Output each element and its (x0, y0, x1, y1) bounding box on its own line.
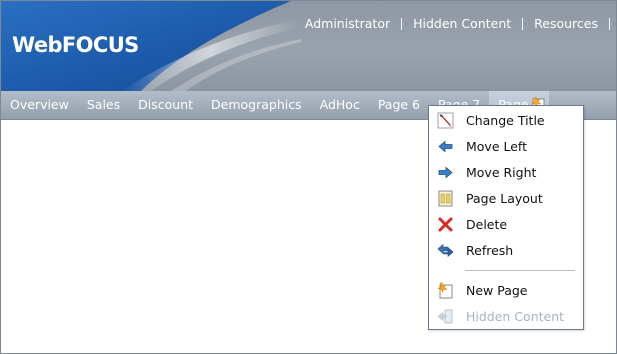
menu-item-label: Change Title (466, 113, 545, 128)
menu-item-page-layout[interactable]: Page Layout (429, 186, 583, 210)
menu-item-change-title[interactable]: Change Title (429, 108, 583, 132)
link-separator (609, 17, 610, 30)
new-page-icon (437, 282, 453, 299)
tab-adhoc[interactable]: AdHoc (311, 91, 369, 119)
tab-context-menu: Change Title Move Left Move Right Page L… (428, 105, 584, 330)
pencil-icon (437, 112, 454, 129)
menu-item-move-left[interactable]: Move Left (429, 134, 583, 158)
menu-item-label: Move Right (466, 165, 537, 180)
link-separator (401, 17, 403, 30)
menu-item-label: Hidden Content (466, 309, 565, 324)
menu-item-refresh[interactable]: Refresh (429, 238, 583, 262)
menu-item-delete[interactable]: Delete (429, 212, 583, 236)
hidden-content-link[interactable]: Hidden Content (413, 16, 511, 31)
menu-item-label: New Page (466, 283, 528, 298)
tab-demographics[interactable]: Demographics (202, 91, 311, 119)
tab-overview[interactable]: Overview (1, 91, 78, 119)
menu-item-move-right[interactable]: Move Right (429, 160, 583, 184)
app-logo: WebFOCUS (12, 33, 139, 57)
menu-item-label: Delete (466, 217, 508, 232)
header-links: Administrator Hidden Content Resources (305, 16, 610, 31)
tab-page-6[interactable]: Page 6 (369, 91, 429, 119)
menu-item-label: Move Left (466, 139, 528, 154)
arrow-left-icon (438, 140, 453, 153)
app-window: WebFOCUS Administrator Hidden Content Re… (0, 0, 617, 354)
menu-item-label: Page Layout (466, 191, 543, 206)
menu-item-hidden-content: Hidden Content (429, 304, 583, 328)
menu-item-new-page[interactable]: New Page (429, 278, 583, 302)
page-layout-icon (438, 190, 453, 207)
refresh-icon (437, 243, 454, 258)
link-separator (522, 17, 524, 30)
hidden-content-icon (437, 309, 453, 324)
tab-discount[interactable]: Discount (129, 91, 202, 119)
tab-sales[interactable]: Sales (78, 91, 129, 119)
header-banner: WebFOCUS Administrator Hidden Content Re… (1, 1, 616, 91)
administrator-link[interactable]: Administrator (305, 16, 390, 31)
arrow-right-icon (438, 166, 453, 179)
resources-link[interactable]: Resources (534, 16, 598, 31)
red-x-icon (438, 217, 453, 232)
menu-item-label: Refresh (466, 243, 514, 258)
menu-separator (465, 270, 575, 271)
